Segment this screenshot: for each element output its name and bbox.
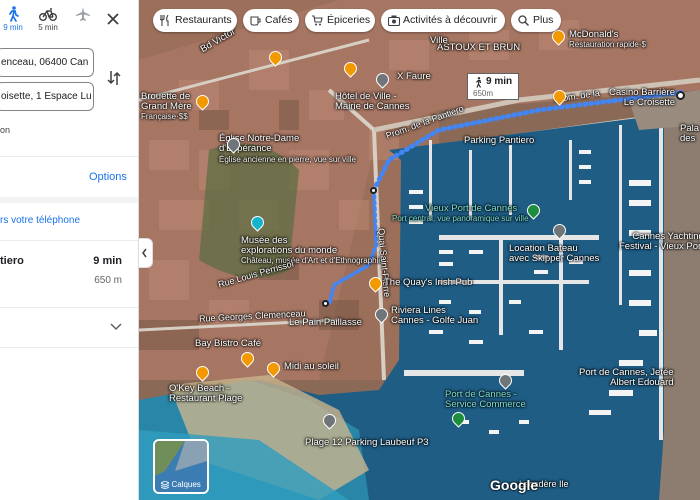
waypoint-marker[interactable]: [370, 187, 377, 194]
destination-input[interactable]: oisette, 1 Espace Lu: [0, 82, 94, 111]
divider: [0, 307, 138, 308]
label-astoux[interactable]: ASTOUX ET BRUN: [437, 43, 520, 53]
satellite-map[interactable]: Brouette de Grand Mère Française·$$ Bd Vi…: [139, 0, 700, 500]
label-casino[interactable]: Casino Barrière Le Croisette: [609, 88, 675, 108]
label-brouette-sub: Française·$$: [141, 112, 188, 121]
label-pain-paillasse[interactable]: Le Pain Paillasse: [289, 318, 362, 328]
divider: [0, 156, 138, 157]
google-logo: Google: [490, 477, 539, 493]
label-midi[interactable]: Midi au soleil: [284, 362, 339, 372]
route-via: tiero: [0, 255, 24, 267]
chip-label: Cafés: [265, 14, 293, 26]
mode-walk-time: 9 min: [3, 23, 23, 32]
label-port-jetee[interactable]: Port de Cannes, Jetée Albert Edouard: [579, 368, 674, 388]
label-palais: Pala des: [680, 123, 700, 144]
divider: [0, 197, 138, 203]
chip-label: Épiceries: [327, 14, 371, 26]
label-faure: X Faure: [397, 71, 431, 82]
divider: [0, 347, 138, 348]
travel-modes: 9 min 5 min: [0, 6, 138, 42]
cart-icon: [312, 15, 323, 26]
layers-button[interactable]: Calques: [153, 439, 209, 494]
chevron-left-icon: [142, 248, 147, 258]
route-info-time: 9 min: [486, 76, 513, 87]
chip-restaurants[interactable]: Restaurants: [153, 9, 237, 32]
search-icon: [518, 15, 529, 26]
label-location-bateau[interactable]: Location Bateau avec Skipper Cannes: [509, 244, 599, 264]
bike-icon: [39, 8, 57, 21]
mode-bike-time: 5 min: [38, 23, 58, 32]
label-quays[interactable]: The Quay's Irish Pub: [384, 278, 472, 288]
label-vieux-port-sub: Port central, vue panoramique sur ville: [392, 214, 529, 223]
label-hotel-ville[interactable]: Hôtel de Ville - Mairie de Cannes: [335, 92, 409, 112]
route-info-distance: 650m: [473, 89, 494, 98]
chevron-down-icon[interactable]: [109, 322, 123, 332]
chip-label: Activités à découvrir: [403, 14, 497, 26]
label-vieux-port[interactable]: Vieux Port de Cannes: [425, 204, 517, 214]
label-ville: Ville: [430, 35, 448, 46]
start-marker[interactable]: [322, 300, 329, 307]
departure-setting[interactable]: on: [0, 125, 10, 135]
label-bay-bistro[interactable]: Bay Bistro Café: [195, 339, 261, 349]
layers-label: Calques: [155, 480, 207, 490]
mode-walk[interactable]: 9 min: [0, 6, 28, 32]
directions-panel: 9 min 5 min enceau, 06400 Can oisette, 1…: [0, 0, 139, 500]
mode-bike[interactable]: 5 min: [33, 6, 63, 32]
chip-cafes[interactable]: Cafés: [243, 9, 299, 32]
start-input[interactable]: enceau, 06400 Can: [0, 48, 94, 77]
label-brouette[interactable]: Brouette de Grand Mère: [141, 92, 192, 112]
close-icon[interactable]: [104, 10, 122, 28]
destination-marker[interactable]: [676, 91, 685, 100]
label-port-service[interactable]: Port de Cannes - Service Commerce: [445, 390, 526, 410]
route-info-box[interactable]: 9 min 650m: [467, 73, 519, 100]
walk-icon: [9, 6, 19, 22]
label-plage12[interactable]: Plage 12 Parking Laubeuf P3: [305, 438, 429, 448]
maps-app: 9 min 5 min enceau, 06400 Can oisette, 1…: [0, 0, 700, 500]
label-mcdonalds[interactable]: McDonald's: [569, 30, 618, 40]
label-musee-sub: Château, musée d'Art et d'Ethnographie: [241, 256, 383, 265]
camera-icon: [388, 15, 400, 26]
chip-label: Restaurants: [175, 14, 232, 26]
label-okey[interactable]: O'Key Beach - Restaurant Plage: [169, 384, 242, 404]
label-riviera[interactable]: Riviera Lines Cannes - Golfe Juan: [391, 306, 478, 326]
chip-plus[interactable]: Plus: [511, 9, 561, 32]
label-musee[interactable]: Musée des explorations du monde: [241, 236, 337, 256]
chip-activites[interactable]: Activités à découvrir: [381, 9, 505, 32]
options-link[interactable]: Options: [89, 171, 127, 183]
collapse-panel-button[interactable]: [139, 238, 153, 268]
divider: [0, 240, 138, 241]
fork-knife-icon: [160, 15, 169, 26]
route-distance: 650 m: [94, 275, 122, 286]
label-mcdonalds-sub: Restauration rapide·$: [569, 40, 646, 49]
chip-epiceries[interactable]: Épiceries: [305, 9, 375, 32]
flight-icon: [76, 7, 90, 21]
layers-label-text: Calques: [171, 480, 201, 489]
route-time: 9 min: [93, 255, 122, 267]
walk-icon: [476, 77, 482, 88]
layers-icon: [160, 480, 171, 490]
mode-flight[interactable]: [68, 6, 98, 23]
label-eglise-sub: Église ancienne en pierre, vue sur ville: [219, 155, 356, 164]
coffee-icon: [250, 16, 261, 26]
swap-icon[interactable]: [107, 69, 121, 87]
chip-label: Plus: [533, 14, 554, 26]
label-parking-pantiero[interactable]: Parking Pantiero: [464, 136, 534, 146]
label-yachting[interactable]: Cannes Yachting Festival - Vieux Port: [619, 232, 700, 252]
send-to-phone-link[interactable]: rs votre téléphone: [0, 215, 80, 226]
